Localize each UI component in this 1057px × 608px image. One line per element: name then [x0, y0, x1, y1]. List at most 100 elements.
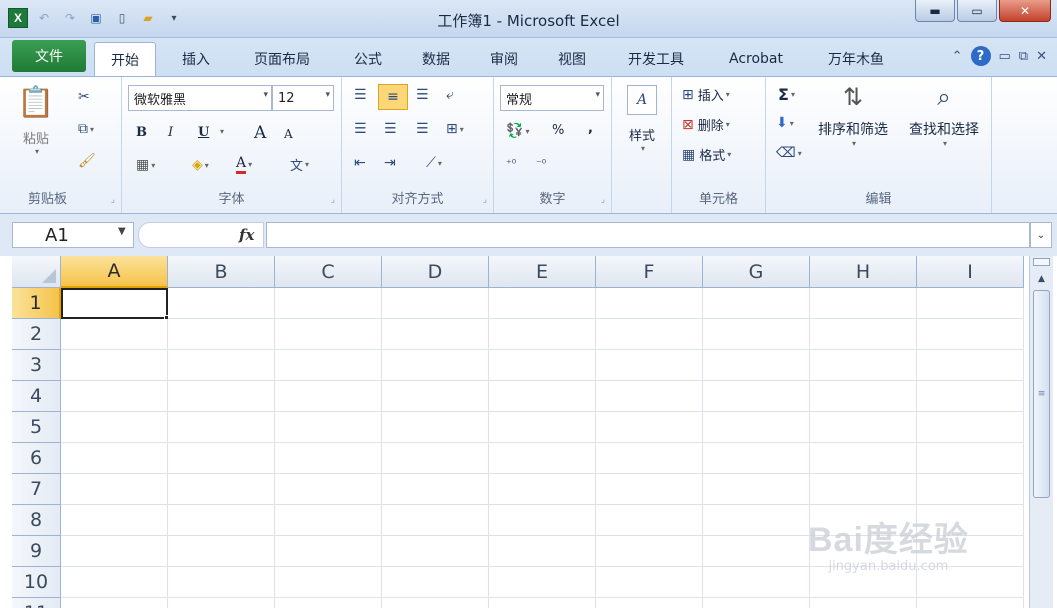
vertical-scrollbar[interactable]: ▲ ≡ — [1029, 256, 1053, 608]
cell[interactable] — [917, 474, 1024, 505]
cell[interactable] — [275, 288, 382, 319]
column-header-d[interactable]: D — [382, 256, 489, 288]
align-top-button[interactable]: ☰ — [354, 87, 367, 103]
cell[interactable] — [596, 474, 703, 505]
minimize-ribbon-icon[interactable]: ⌃ — [952, 49, 963, 64]
name-box[interactable]: A1 — [12, 222, 134, 248]
cell[interactable] — [810, 443, 917, 474]
percent-button[interactable]: % — [552, 123, 564, 138]
delete-cells-button[interactable]: ⊠ 删除 ▾ — [682, 115, 730, 135]
cell[interactable] — [917, 319, 1024, 350]
name-box-dropdown-icon[interactable]: ▼ — [118, 226, 126, 237]
number-format-combo[interactable]: 常规 ▾ — [500, 85, 604, 111]
cell[interactable] — [810, 381, 917, 412]
cell[interactable] — [596, 350, 703, 381]
cell[interactable] — [168, 443, 275, 474]
cell[interactable] — [703, 381, 810, 412]
cell[interactable] — [596, 288, 703, 319]
cell[interactable] — [61, 381, 168, 412]
phonetic-button[interactable]: 文 ▾ — [290, 155, 309, 174]
cell[interactable] — [275, 536, 382, 567]
find-select-button[interactable]: ⌕ 查找和选择 ▾ — [902, 83, 986, 179]
cell[interactable] — [489, 474, 596, 505]
borders-button[interactable]: ▦ ▾ — [136, 157, 155, 173]
cell[interactable] — [489, 350, 596, 381]
column-header-b[interactable]: B — [168, 256, 275, 288]
fill-color-button[interactable]: ◈ ▾ — [192, 157, 209, 173]
row-header-5[interactable]: 5 — [12, 412, 61, 443]
minimize-button[interactable]: ▬ — [915, 0, 955, 22]
shrink-font-button[interactable]: A — [284, 127, 293, 141]
split-box[interactable] — [1033, 258, 1050, 266]
cell[interactable] — [703, 319, 810, 350]
cell[interactable] — [382, 350, 489, 381]
cell[interactable] — [168, 288, 275, 319]
paste-button[interactable]: 📋 粘贴 ▾ — [14, 85, 58, 175]
orientation-button[interactable]: ⟋ ▾ — [426, 155, 442, 171]
column-header-g[interactable]: G — [703, 256, 810, 288]
autosum-button[interactable]: Σ ▾ — [778, 85, 795, 104]
tab-file[interactable]: 文件 — [12, 40, 86, 72]
cell[interactable] — [810, 412, 917, 443]
tab-view[interactable]: 视图 — [544, 42, 600, 76]
clear-button[interactable]: ⌫ ▾ — [776, 145, 802, 161]
cell[interactable] — [168, 505, 275, 536]
cell[interactable] — [382, 505, 489, 536]
cell[interactable] — [489, 567, 596, 598]
tab-insert[interactable]: 插入 — [168, 42, 224, 76]
font-name-dropdown-icon[interactable]: ▾ — [263, 90, 268, 100]
merge-center-button[interactable]: ⊞ ▾ — [446, 121, 464, 137]
cell[interactable] — [703, 598, 810, 608]
styles-button[interactable]: A 样式 ▾ — [622, 85, 662, 175]
number-format-dropdown-icon[interactable]: ▾ — [595, 90, 600, 100]
cell[interactable] — [168, 598, 275, 608]
cell[interactable] — [596, 381, 703, 412]
cell[interactable] — [61, 567, 168, 598]
row-header-9[interactable]: 9 — [12, 536, 61, 567]
wrap-text-button[interactable]: ⤶ — [446, 87, 454, 103]
row-header-4[interactable]: 4 — [12, 381, 61, 412]
cell[interactable] — [168, 381, 275, 412]
align-middle-button[interactable]: ≡ — [378, 84, 408, 110]
tab-acrobat[interactable]: Acrobat — [716, 42, 796, 76]
cell[interactable] — [489, 412, 596, 443]
tab-wannianmuyu[interactable]: 万年木鱼 — [814, 42, 898, 76]
column-header-c[interactable]: C — [275, 256, 382, 288]
cell[interactable] — [596, 443, 703, 474]
select-all-corner[interactable] — [12, 256, 61, 288]
font-name-combo[interactable]: 微软雅黑 ▾ — [128, 85, 272, 111]
italic-button[interactable]: I — [168, 125, 173, 140]
active-cell[interactable] — [61, 288, 168, 319]
tab-home[interactable]: 开始 — [94, 42, 156, 76]
grow-font-button[interactable]: A — [254, 123, 266, 143]
copy-button[interactable]: ⧉ ▾ — [78, 121, 94, 137]
cell[interactable] — [917, 412, 1024, 443]
row-header-11[interactable]: 11 — [12, 598, 61, 608]
alignment-launcher-icon[interactable]: ⌟ — [483, 195, 487, 205]
cell[interactable] — [810, 350, 917, 381]
cell[interactable] — [61, 505, 168, 536]
decrease-indent-button[interactable]: ⇤ — [354, 155, 366, 171]
cell[interactable] — [382, 319, 489, 350]
cell[interactable] — [489, 505, 596, 536]
format-painter-button[interactable]: 🖌 — [78, 153, 96, 169]
cell[interactable] — [703, 412, 810, 443]
cell[interactable] — [168, 474, 275, 505]
help-icon[interactable]: ? — [970, 46, 991, 66]
insert-cells-button[interactable]: ⊞ 插入 ▾ — [682, 85, 730, 105]
cell[interactable] — [703, 443, 810, 474]
cell[interactable] — [61, 412, 168, 443]
align-center-button[interactable]: ☰ — [384, 121, 397, 137]
row-header-8[interactable]: 8 — [12, 505, 61, 536]
cell[interactable] — [917, 350, 1024, 381]
increase-indent-button[interactable]: ⇥ — [384, 155, 396, 171]
cell[interactable] — [489, 381, 596, 412]
cell[interactable] — [382, 288, 489, 319]
cell[interactable] — [168, 319, 275, 350]
cell[interactable] — [596, 319, 703, 350]
row-header-3[interactable]: 3 — [12, 350, 61, 381]
cell[interactable] — [489, 443, 596, 474]
cell[interactable] — [275, 474, 382, 505]
row-header-2[interactable]: 2 — [12, 319, 61, 350]
cell[interactable] — [275, 443, 382, 474]
